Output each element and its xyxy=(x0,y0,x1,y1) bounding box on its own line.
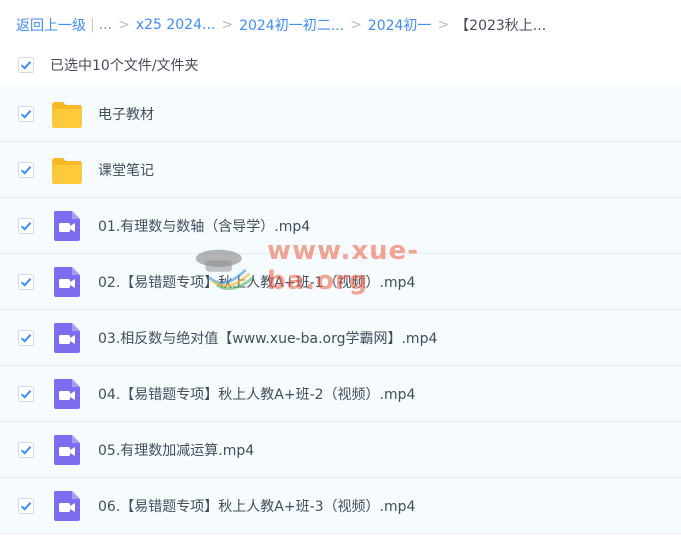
video-file-icon xyxy=(50,321,84,355)
row-checkbox[interactable] xyxy=(18,329,34,346)
file-name[interactable]: 课堂笔记 xyxy=(98,160,154,180)
check-icon xyxy=(20,445,32,455)
check-icon xyxy=(20,221,32,231)
file-row[interactable]: 05.有理数加减运算.mp4 xyxy=(0,422,681,478)
file-row[interactable]: 06.【易错题专项】秋上人教A+班-3（视频）.mp4 xyxy=(0,478,681,534)
check-icon xyxy=(20,501,32,511)
folder-icon xyxy=(50,153,84,187)
check-icon xyxy=(20,165,32,175)
file-row[interactable]: 03.相反数与绝对值【www.xue-ba.org学霸网】.mp4 xyxy=(0,310,681,366)
check-icon xyxy=(20,277,32,287)
file-row[interactable]: 课堂笔记 xyxy=(0,142,681,198)
chevron-right-icon: > xyxy=(221,17,234,33)
row-checkbox[interactable] xyxy=(18,161,34,178)
file-name[interactable]: 02.【易错题专项】秋上人教A+班-1（视频）.mp4 xyxy=(98,272,415,292)
breadcrumb-divider: | xyxy=(90,17,95,33)
selection-count: 已选中10个文件/文件夹 xyxy=(50,58,199,74)
video-file-icon xyxy=(50,433,84,467)
row-checkbox[interactable] xyxy=(18,497,34,514)
video-file-icon xyxy=(50,265,84,299)
file-row[interactable]: 电子教材 xyxy=(0,86,681,142)
select-all-checkbox[interactable] xyxy=(18,57,34,73)
file-name[interactable]: 06.【易错题专项】秋上人教A+班-3（视频）.mp4 xyxy=(98,496,415,516)
file-list: 电子教材课堂笔记 01.有理数与数轴（含导学）.mp4 02.【易错题专项】秋上人教… xyxy=(0,86,681,534)
row-checkbox[interactable] xyxy=(18,385,34,402)
file-name[interactable]: 05.有理数加减运算.mp4 xyxy=(98,440,254,460)
breadcrumb-item[interactable]: 2024初一 xyxy=(368,15,432,35)
breadcrumb-ellipsis[interactable]: ... xyxy=(99,17,112,33)
breadcrumb-current: 【2023秋上... xyxy=(455,18,547,34)
folder-icon xyxy=(50,97,84,131)
selection-bar: 已选中10个文件/文件夹 xyxy=(0,50,681,80)
file-row[interactable]: 04.【易错题专项】秋上人教A+班-2（视频）.mp4 xyxy=(0,366,681,422)
file-name[interactable]: 03.相反数与绝对值【www.xue-ba.org学霸网】.mp4 xyxy=(98,328,437,348)
row-checkbox[interactable] xyxy=(18,217,34,234)
check-icon xyxy=(20,333,32,343)
file-row[interactable]: 01.有理数与数轴（含导学）.mp4 xyxy=(0,198,681,254)
chevron-right-icon: > xyxy=(118,17,130,33)
row-checkbox[interactable] xyxy=(18,105,34,122)
chevron-right-icon: > xyxy=(350,17,362,33)
breadcrumb-item[interactable]: 2024初一初二... xyxy=(239,15,344,35)
check-icon xyxy=(20,389,32,399)
file-name[interactable]: 01.有理数与数轴（含导学）.mp4 xyxy=(98,216,310,236)
check-icon xyxy=(20,61,32,70)
file-row[interactable]: 02.【易错题专项】秋上人教A+班-1（视频）.mp4 xyxy=(0,254,681,310)
check-icon xyxy=(20,109,32,119)
file-name[interactable]: 电子教材 xyxy=(98,104,154,124)
chevron-right-icon: > xyxy=(437,17,450,33)
video-file-icon xyxy=(50,209,84,243)
breadcrumb-item[interactable]: x25 2024... xyxy=(136,17,216,33)
row-checkbox[interactable] xyxy=(18,441,34,458)
row-checkbox[interactable] xyxy=(18,273,34,290)
file-name[interactable]: 04.【易错题专项】秋上人教A+班-2（视频）.mp4 xyxy=(98,384,415,404)
video-file-icon xyxy=(50,489,84,523)
video-file-icon xyxy=(50,377,84,411)
breadcrumb: 返回上一级 | ... > x25 2024... > 2024初一初二... … xyxy=(16,14,546,36)
back-link[interactable]: 返回上一级 xyxy=(16,15,86,35)
